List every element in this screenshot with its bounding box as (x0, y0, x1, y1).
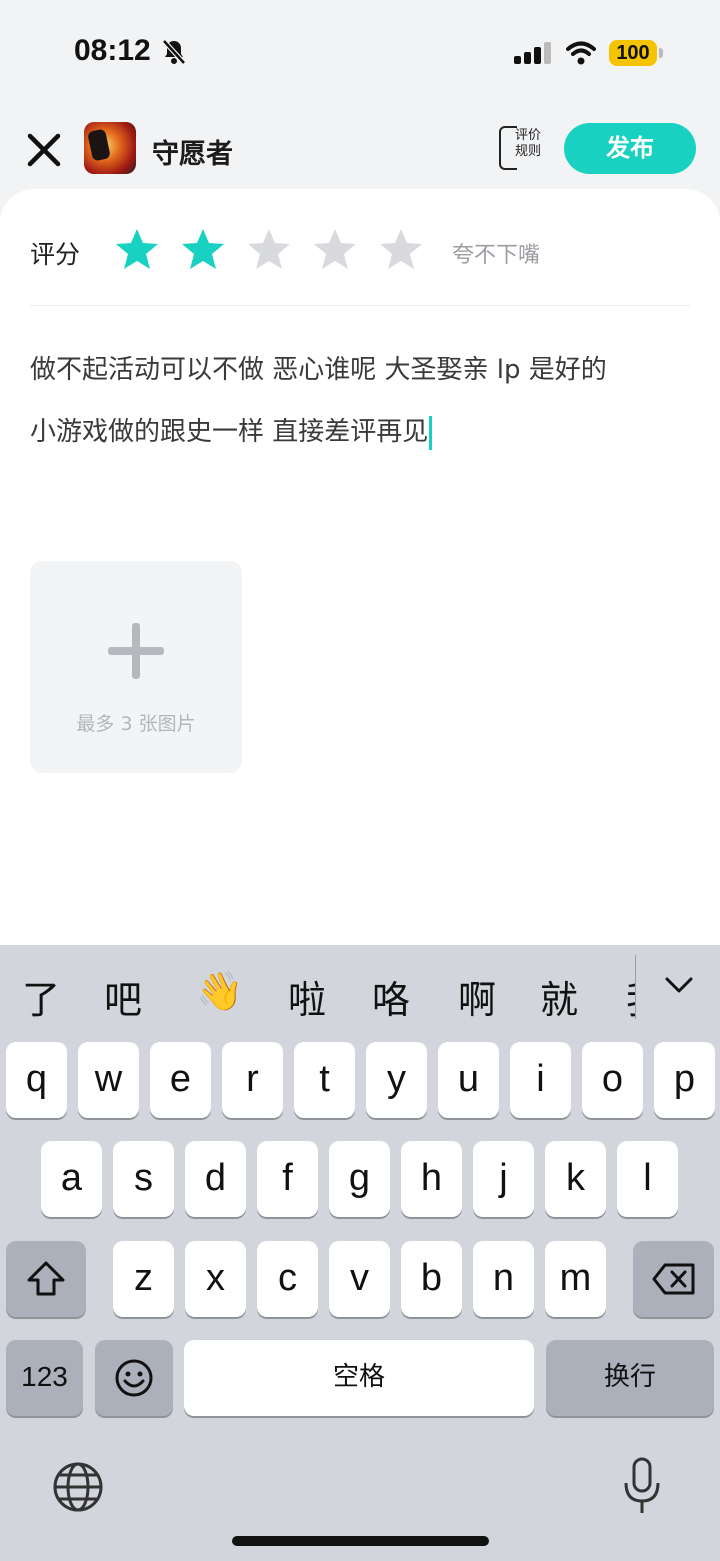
rating-description: 夸不下嘴 (452, 243, 541, 268)
key-d[interactable]: d (185, 1141, 246, 1217)
candidate-word[interactable]: 就 (540, 969, 578, 1024)
key-x[interactable]: x (185, 1241, 246, 1317)
star-empty-icon[interactable] (312, 227, 358, 273)
review-text-input[interactable]: 做不起活动可以不做 恶心谁呢 大圣娶亲 lp 是好的 小游戏做的跟史一样 直接差… (30, 339, 680, 463)
close-icon[interactable] (26, 132, 62, 168)
key-a[interactable]: a (41, 1141, 102, 1217)
review-card: 评分 夸不下嘴 做不起活动可以不做 恶心谁呢 大圣娶亲 lp 是好的 小游戏做的… (0, 189, 720, 949)
candidate-word[interactable]: 啊 (458, 969, 496, 1024)
key-l[interactable]: l (617, 1141, 678, 1217)
rating-label: 评分 (30, 240, 81, 269)
globe-icon[interactable] (52, 1461, 104, 1513)
key-f[interactable]: f (257, 1141, 318, 1217)
star-empty-icon[interactable] (246, 227, 292, 273)
key-t[interactable]: t (294, 1042, 355, 1118)
review-line: 小游戏做的跟史一样 直接差评再见 (30, 417, 429, 447)
home-indicator (232, 1536, 489, 1546)
key-c[interactable]: c (257, 1241, 318, 1317)
battery-indicator: 100 (609, 40, 657, 66)
key-w[interactable]: w (78, 1042, 139, 1118)
review-line-with-caret: 小游戏做的跟史一样 直接差评再见 (30, 401, 680, 463)
key-j[interactable]: j (473, 1141, 534, 1217)
key-h[interactable]: h (401, 1141, 462, 1217)
wifi-icon (566, 41, 596, 65)
status-bar: 08:12 100 (0, 0, 720, 100)
key-e[interactable]: e (150, 1042, 211, 1118)
candidate-word[interactable]: 啦 (288, 969, 326, 1024)
candidate-word[interactable]: 了 (22, 969, 60, 1024)
key-b[interactable]: b (401, 1241, 462, 1317)
key-m[interactable]: m (545, 1241, 606, 1317)
key-o[interactable]: o (582, 1042, 643, 1118)
review-line: 做不起活动可以不做 恶心谁呢 大圣娶亲 lp 是好的 (30, 355, 607, 385)
divider (30, 305, 690, 306)
key-n[interactable]: n (473, 1241, 534, 1317)
rules-label: 评价规则 (515, 128, 542, 159)
key-p[interactable]: p (654, 1042, 715, 1118)
publish-button[interactable]: 发布 (564, 123, 696, 174)
compose-header: 守愿者 评价规则 发布 (0, 110, 720, 190)
key-u[interactable]: u (438, 1042, 499, 1118)
candidate-separator (635, 955, 636, 1019)
delete-key[interactable] (633, 1241, 714, 1317)
key-v[interactable]: v (329, 1241, 390, 1317)
cellular-signal-icon (514, 42, 551, 64)
shift-key[interactable] (6, 1241, 86, 1317)
emoji-key[interactable] (95, 1340, 173, 1416)
upload-hint: 最多 3 张图片 (76, 713, 196, 735)
status-time: 08:12 (74, 34, 151, 67)
space-key[interactable]: 空格 (184, 1340, 534, 1416)
game-app-icon (84, 122, 136, 174)
candidate-word[interactable]: 吧 (104, 969, 142, 1024)
return-key[interactable]: 换行 (546, 1340, 714, 1416)
add-image-button[interactable]: 最多 3 张图片 (30, 561, 242, 773)
battery-tip (659, 48, 663, 58)
key-k[interactable]: k (545, 1141, 606, 1217)
numbers-key[interactable]: 123 (6, 1340, 83, 1416)
text-caret (429, 415, 433, 450)
shift-icon (27, 1261, 65, 1296)
emoji-icon (115, 1359, 153, 1397)
chevron-down-icon[interactable] (664, 975, 694, 995)
key-r[interactable]: r (222, 1042, 283, 1118)
key-q[interactable]: q (6, 1042, 67, 1118)
key-i[interactable]: i (510, 1042, 571, 1118)
candidate-word[interactable]: 👋 (196, 969, 243, 1014)
candidate-word[interactable]: 咯 (372, 969, 410, 1024)
star-filled-icon[interactable] (180, 227, 226, 273)
review-rules-button[interactable]: 评价规则 (499, 126, 547, 170)
keyboard: 了吧👋啦咯啊就我 qwertyuiopasdfghjklzxcvbnm 123 … (0, 945, 720, 1561)
backspace-icon (652, 1263, 694, 1295)
star-empty-icon[interactable] (378, 227, 424, 273)
key-y[interactable]: y (366, 1042, 427, 1118)
key-z[interactable]: z (113, 1241, 174, 1317)
star-filled-icon[interactable] (114, 227, 160, 273)
muted-bell-icon (162, 39, 186, 65)
plus-icon (108, 623, 164, 679)
key-s[interactable]: s (113, 1141, 174, 1217)
key-g[interactable]: g (329, 1141, 390, 1217)
microphone-icon[interactable] (622, 1457, 662, 1515)
candidate-bar: 了吧👋啦咯啊就我 (0, 945, 720, 1041)
game-title: 守愿者 (152, 139, 233, 170)
